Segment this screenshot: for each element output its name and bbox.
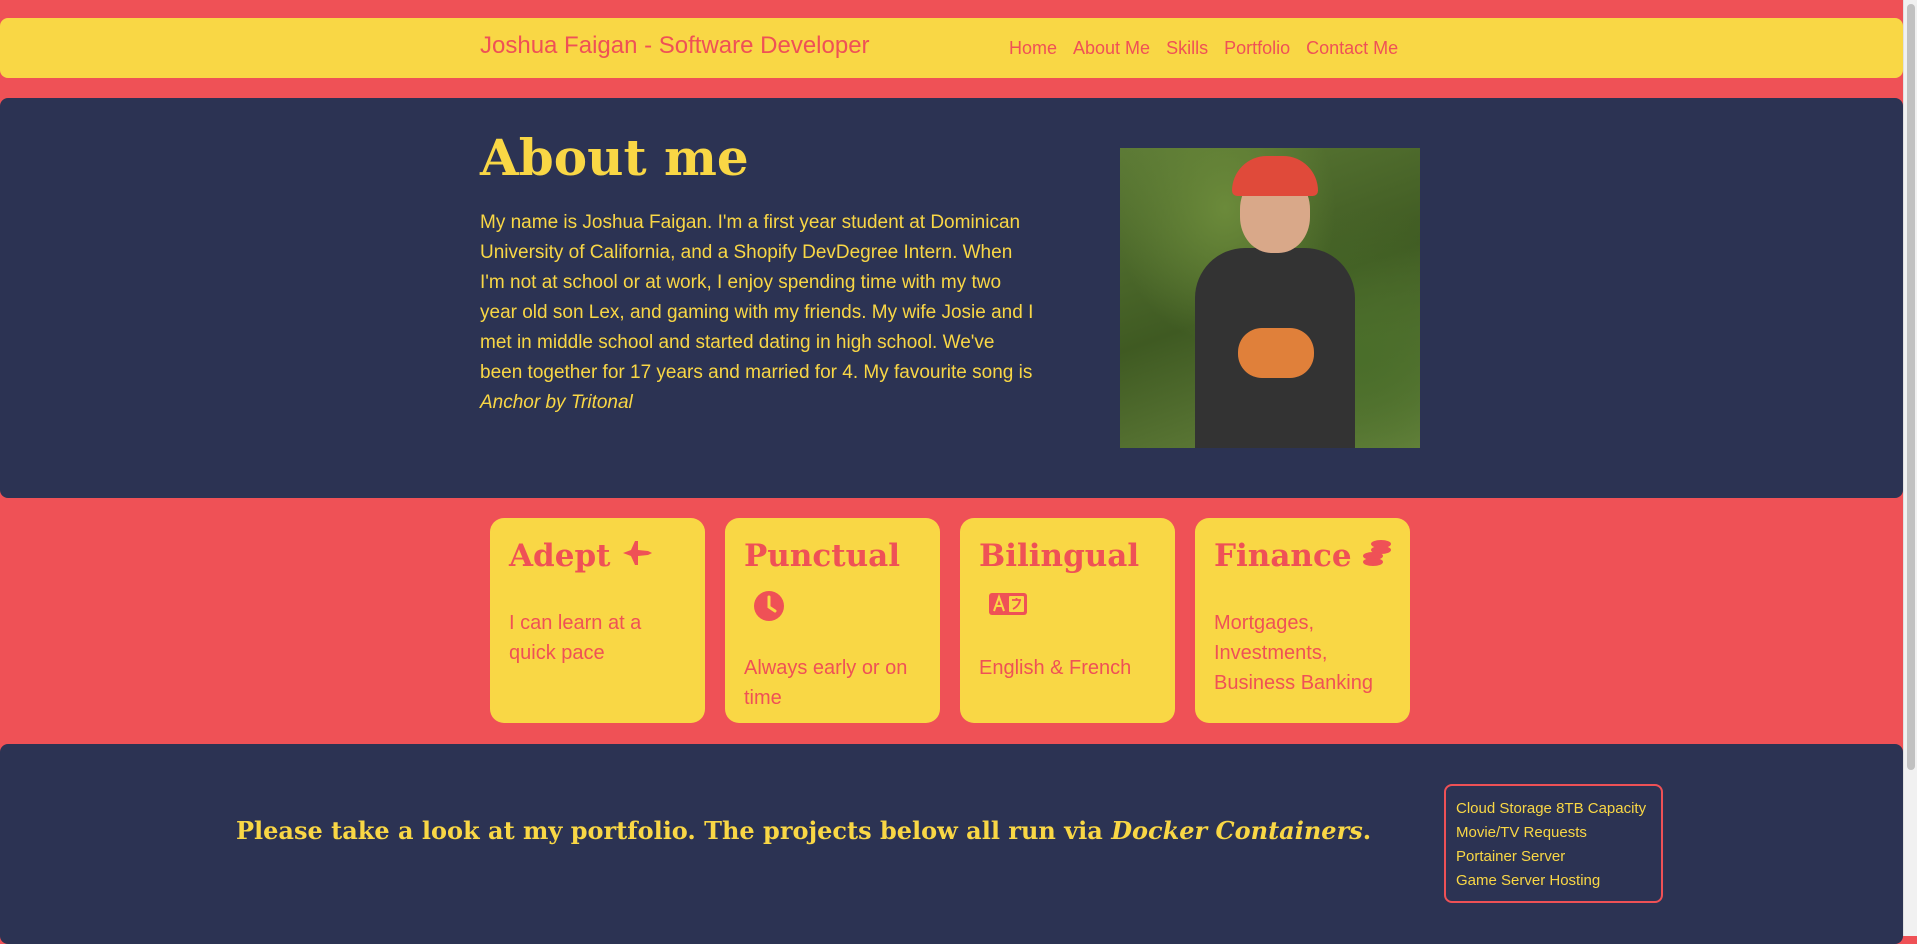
nav-link-portfolio[interactable]: Portfolio	[1224, 38, 1290, 59]
skill-title: Adept	[509, 536, 686, 578]
nav-link-about[interactable]: About Me	[1073, 38, 1150, 59]
skill-text: Always early or on time	[744, 657, 908, 709]
about-paragraph: My name is Joshua Faigan. I'm a first ye…	[480, 212, 1034, 383]
about-text: My name is Joshua Faigan. I'm a first ye…	[480, 208, 1040, 418]
service-item[interactable]: Portainer Server	[1456, 845, 1651, 869]
skill-text: I can learn at a quick pace	[509, 612, 642, 664]
about-section: About me My name is Joshua Faigan. I'm a…	[0, 98, 1903, 498]
fighter-jet-icon	[621, 538, 653, 578]
skill-card-bilingual: Bilingual English & French	[960, 518, 1175, 723]
scrollbar-thumb[interactable]	[1907, 4, 1915, 770]
services-list: Cloud Storage 8TB Capacity Movie/TV Requ…	[1444, 784, 1663, 903]
language-icon	[988, 592, 1028, 621]
skills-cards: Adept I can learn at a quick pace Punctu…	[490, 518, 1410, 723]
navbar: Joshua Faigan - Software Developer Home …	[0, 18, 1903, 78]
portfolio-section: Please take a look at my portfolio. The …	[0, 744, 1903, 944]
service-item[interactable]: Cloud Storage 8TB Capacity	[1456, 797, 1651, 821]
nav-link-contact[interactable]: Contact Me	[1306, 38, 1398, 59]
skill-title: Punctual	[744, 538, 900, 574]
skill-title: Bilingual	[979, 538, 1140, 574]
skill-text: English & French	[979, 657, 1132, 679]
about-title: About me	[480, 128, 749, 187]
skill-title: Finance	[1214, 536, 1392, 578]
nav-link-skills[interactable]: Skills	[1166, 38, 1208, 59]
skill-title-text: Finance	[1214, 538, 1352, 574]
portfolio-intro: Please take a look at my portfolio. The …	[236, 816, 1371, 845]
nav-link-home[interactable]: Home	[1009, 38, 1057, 59]
skill-card-finance: Finance Mortgages, Investments, Business…	[1195, 518, 1410, 723]
portfolio-intro-end: .	[1362, 816, 1372, 845]
nav-links: Home About Me Skills Portfolio Contact M…	[1009, 38, 1414, 59]
profile-photo	[1120, 148, 1420, 448]
skill-text: Mortgages, Investments, Business Banking	[1214, 612, 1373, 694]
page-scrollbar[interactable]	[1903, 0, 1917, 936]
favourite-song: Anchor by Tritonal	[480, 392, 633, 413]
coins-icon	[1362, 538, 1392, 578]
clock-icon	[753, 590, 785, 627]
portfolio-intro-text: Please take a look at my portfolio. The …	[236, 816, 1112, 845]
skill-card-punctual: Punctual Always early or on time	[725, 518, 940, 723]
photo-cap	[1232, 156, 1318, 196]
skill-card-adept: Adept I can learn at a quick pace	[490, 518, 705, 723]
docker-emphasis: Docker Containers	[1111, 816, 1363, 845]
brand-title[interactable]: Joshua Faigan - Software Developer	[480, 32, 870, 60]
service-item[interactable]: Movie/TV Requests	[1456, 821, 1651, 845]
skill-title-text: Adept	[509, 538, 611, 574]
service-item[interactable]: Game Server Hosting	[1456, 869, 1651, 893]
photo-controller	[1238, 328, 1314, 378]
